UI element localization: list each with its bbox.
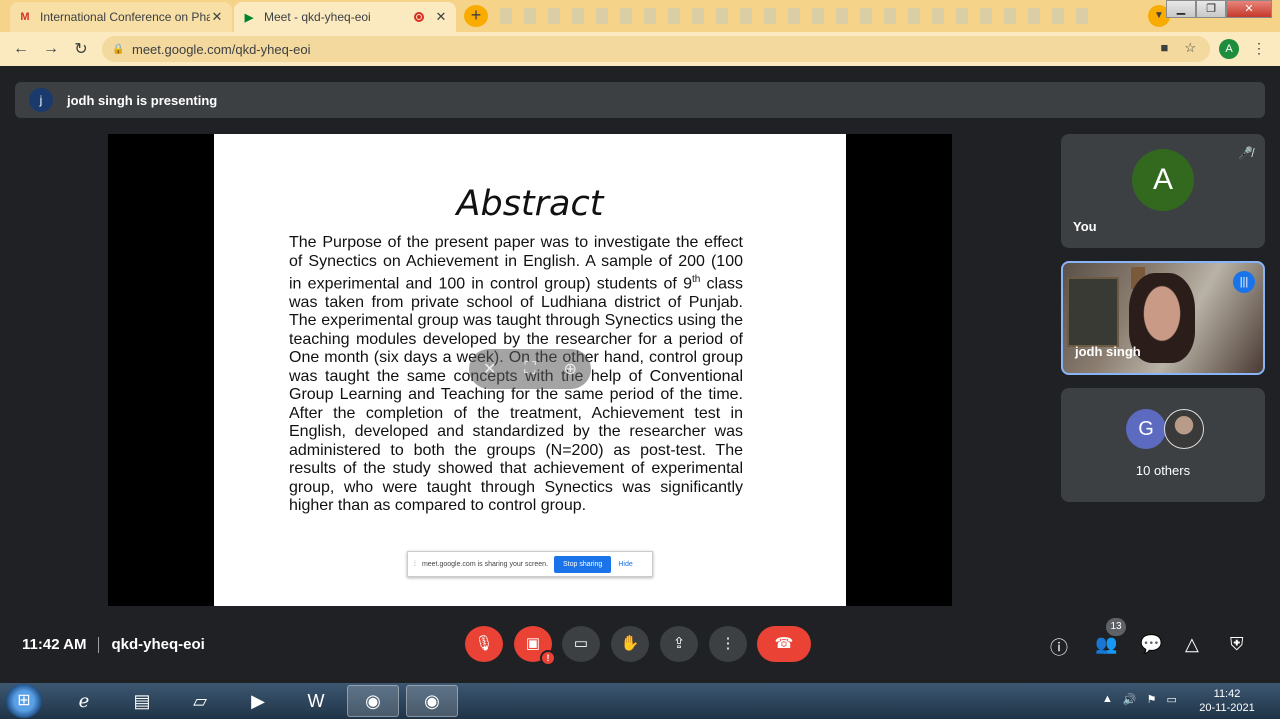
speaking-icon: |||: [1233, 271, 1255, 293]
meeting-code: qkd-yheq-eoi: [111, 636, 205, 653]
others-label: 10 others: [1135, 463, 1191, 478]
chat-icon[interactable]: 💬: [1140, 634, 1162, 655]
url-text: meet.google.com/qkd-yheq-eoi: [132, 41, 311, 57]
more-vert-icon: ⋮: [720, 635, 736, 652]
leave-call-button[interactable]: ☎: [757, 626, 811, 662]
people-count-badge: 13: [1106, 618, 1126, 636]
avatar-photo: [1164, 409, 1204, 449]
slide-title: Abstract: [456, 184, 604, 224]
file-explorer-icon[interactable]: ▤: [116, 685, 168, 717]
hide-banner-button[interactable]: Hide: [618, 561, 632, 568]
mic-toggle-button[interactable]: 🎙: [465, 626, 503, 662]
clock-date: 20-11-2021: [1199, 702, 1255, 714]
mic-off-icon: 🎙: [474, 635, 494, 652]
tab-meet[interactable]: ▶ Meet - qkd-yheq-eoi ✕: [234, 2, 456, 32]
captions-button[interactable]: ▭: [562, 626, 600, 662]
minimize-button[interactable]: ▁: [1166, 0, 1196, 18]
participant-name: jodh singh: [1075, 344, 1141, 359]
presenter-avatar: j: [29, 88, 53, 112]
host-controls-icon[interactable]: ⛨: [1230, 634, 1244, 655]
close-icon[interactable]: ✕: [210, 9, 224, 25]
system-clock[interactable]: 11:42 20-11-2021: [1196, 687, 1258, 715]
chrome-icon[interactable]: ◉: [347, 685, 399, 717]
network-icon[interactable]: ▭: [1166, 693, 1176, 706]
tab-title: International Conference on Pha: [40, 10, 210, 24]
presenting-text: jodh singh is presenting: [67, 92, 218, 108]
windows-taskbar: ⊞ ℯ ▤ ▱ ▶ W ◉ ◉ ▲ 🔊 ⚑ ▭ 11:42 20-11-2021: [0, 683, 1280, 719]
bookmark-star-icon[interactable]: ☆: [1184, 40, 1196, 56]
new-tab-button[interactable]: +: [464, 5, 488, 27]
clock-time: 11:42: [1213, 688, 1241, 700]
start-button[interactable]: ⊞: [6, 684, 42, 718]
show-hidden-icons-icon[interactable]: ▲: [1102, 693, 1113, 706]
flag-icon[interactable]: ⚑: [1147, 693, 1157, 706]
profile-avatar[interactable]: A: [1219, 39, 1239, 59]
info-icon[interactable]: ⓘ: [1050, 634, 1068, 660]
presenting-banner: j jodh singh is presenting: [15, 82, 1265, 118]
drag-handle-icon[interactable]: ⁞: [414, 561, 416, 568]
media-player-icon[interactable]: ▶: [232, 685, 284, 717]
address-bar[interactable]: 🔒 meet.google.com/qkd-yheq-eoi ■ ☆: [102, 36, 1210, 62]
browser-menu-icon[interactable]: ⋮: [1252, 40, 1266, 57]
avatar: G: [1126, 409, 1166, 449]
phone-hangup-icon: ☎: [774, 635, 794, 652]
gmail-icon: M: [20, 11, 30, 23]
divider: [98, 636, 100, 653]
mic-off-icon: 🎤̸: [1238, 146, 1253, 160]
browser-tab-bar: M International Conference on Pha ✕ ▶ Me…: [0, 0, 1280, 32]
system-tray: ▲ 🔊 ⚑ ▭: [1102, 693, 1177, 706]
video-background: [1067, 277, 1119, 347]
captions-icon: ▭: [573, 635, 589, 652]
participant-name: You: [1073, 219, 1097, 234]
internet-explorer-icon[interactable]: ℯ: [58, 685, 110, 717]
shared-slide: Abstract The Purpose of the present pape…: [214, 134, 846, 606]
camera-toggle-button[interactable]: ▣!: [514, 626, 556, 666]
window-close-button[interactable]: ✕: [1226, 0, 1272, 18]
stop-sharing-button[interactable]: Stop sharing: [554, 555, 612, 573]
forward-icon[interactable]: →: [36, 40, 66, 58]
pinned-tabs-strip[interactable]: [500, 8, 1100, 24]
camera-icon[interactable]: ■: [1160, 40, 1168, 56]
meet-icon: ▶: [244, 11, 254, 24]
word-icon[interactable]: W: [290, 685, 342, 717]
hand-icon: ✋: [620, 635, 640, 652]
present-screen-icon: ⇪: [672, 635, 686, 652]
camera-off-icon: ▣: [525, 635, 541, 652]
back-icon[interactable]: ←: [6, 40, 36, 58]
window-controls: ▁ ❐ ✕: [1166, 0, 1272, 18]
notes-icon[interactable]: ▱: [174, 685, 226, 717]
lock-icon[interactable]: 🔒: [112, 44, 124, 55]
present-button[interactable]: ⇪: [660, 626, 698, 662]
screen-share-banner: ⁞ meet.google.com is sharing your screen…: [407, 551, 653, 577]
participant-tile-others[interactable]: G 10 others: [1061, 388, 1265, 502]
more-options-button[interactable]: ⋮: [709, 626, 747, 662]
close-icon[interactable]: ✕: [434, 9, 448, 25]
share-banner-text: meet.google.com is sharing your screen.: [421, 560, 549, 568]
meeting-time: 11:42 AM: [22, 636, 87, 653]
avatar: A: [1132, 149, 1194, 211]
reload-icon[interactable]: ↻: [66, 39, 96, 59]
presentation-stage: Abstract The Purpose of the present pape…: [108, 134, 952, 606]
raise-hand-button[interactable]: ✋: [611, 626, 649, 662]
activities-icon[interactable]: △: [1185, 634, 1199, 655]
pin-off-icon[interactable]: ✕: [483, 359, 496, 379]
tab-gmail[interactable]: M International Conference on Pha ✕: [10, 2, 232, 32]
browser-toolbar: ← → ↻ 🔒 meet.google.com/qkd-yheq-eoi ■ ☆…: [0, 32, 1280, 66]
maximize-button[interactable]: ❐: [1196, 0, 1226, 18]
zoom-icon[interactable]: ⊕: [564, 359, 577, 379]
people-icon[interactable]: 👥: [1095, 634, 1117, 655]
recording-icon: [414, 12, 424, 22]
warning-icon: !: [540, 650, 556, 666]
meeting-details: 11:42 AM qkd-yheq-eoi: [22, 636, 205, 653]
chrome-icon[interactable]: ◉: [406, 685, 458, 717]
participant-tile-you[interactable]: A 🎤̸ You: [1061, 134, 1265, 248]
presentation-controls[interactable]: ✕ ⛶ ⊕: [469, 349, 591, 389]
fullscreen-icon[interactable]: ⛶: [524, 360, 535, 378]
tab-title: Meet - qkd-yheq-eoi: [264, 10, 371, 24]
participant-tile-presenter[interactable]: ||| jodh singh: [1061, 261, 1265, 375]
volume-icon[interactable]: 🔊: [1123, 693, 1137, 706]
